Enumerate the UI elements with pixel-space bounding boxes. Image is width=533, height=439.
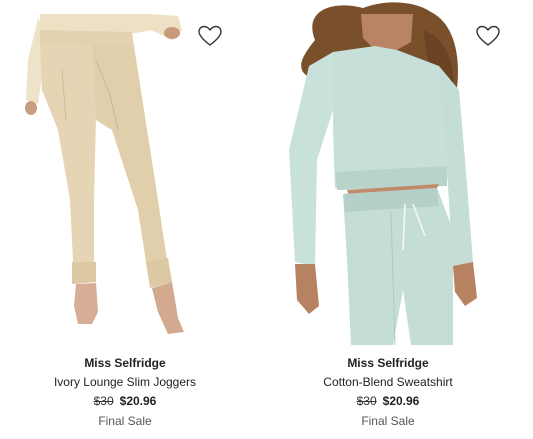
wishlist-heart-icon[interactable]: [475, 24, 501, 48]
product-name[interactable]: Ivory Lounge Slim Joggers: [0, 373, 250, 391]
product-image-joggers[interactable]: [0, 0, 250, 350]
product-info-joggers: Miss Selfridge Ivory Lounge Slim Joggers…: [0, 355, 250, 430]
sweatshirt-photo: [289, 2, 477, 346]
final-sale-label: Final Sale: [98, 414, 152, 428]
product-image-sweatshirt[interactable]: [263, 0, 513, 350]
product-grid: Miss Selfridge Ivory Lounge Slim Joggers…: [0, 0, 533, 439]
original-price: $30: [356, 394, 377, 408]
product-name[interactable]: Cotton-Blend Sweatshirt: [263, 373, 513, 391]
product-card-sweatshirt[interactable]: Miss Selfridge Cotton-Blend Sweatshirt $…: [263, 0, 513, 439]
product-info-sweatshirt: Miss Selfridge Cotton-Blend Sweatshirt $…: [263, 355, 513, 430]
product-brand[interactable]: Miss Selfridge: [0, 355, 250, 372]
original-price: $30: [93, 394, 114, 408]
sale-price: $20.96: [119, 394, 157, 408]
product-card-joggers[interactable]: Miss Selfridge Ivory Lounge Slim Joggers…: [0, 0, 250, 439]
product-brand[interactable]: Miss Selfridge: [263, 355, 513, 372]
sale-price: $20.96: [382, 394, 420, 408]
wishlist-heart-icon[interactable]: [197, 24, 223, 48]
final-sale-label: Final Sale: [361, 414, 415, 428]
price-row: $30 $20.96: [263, 392, 513, 410]
joggers-photo: [25, 14, 184, 334]
price-row: $30 $20.96: [0, 392, 250, 410]
